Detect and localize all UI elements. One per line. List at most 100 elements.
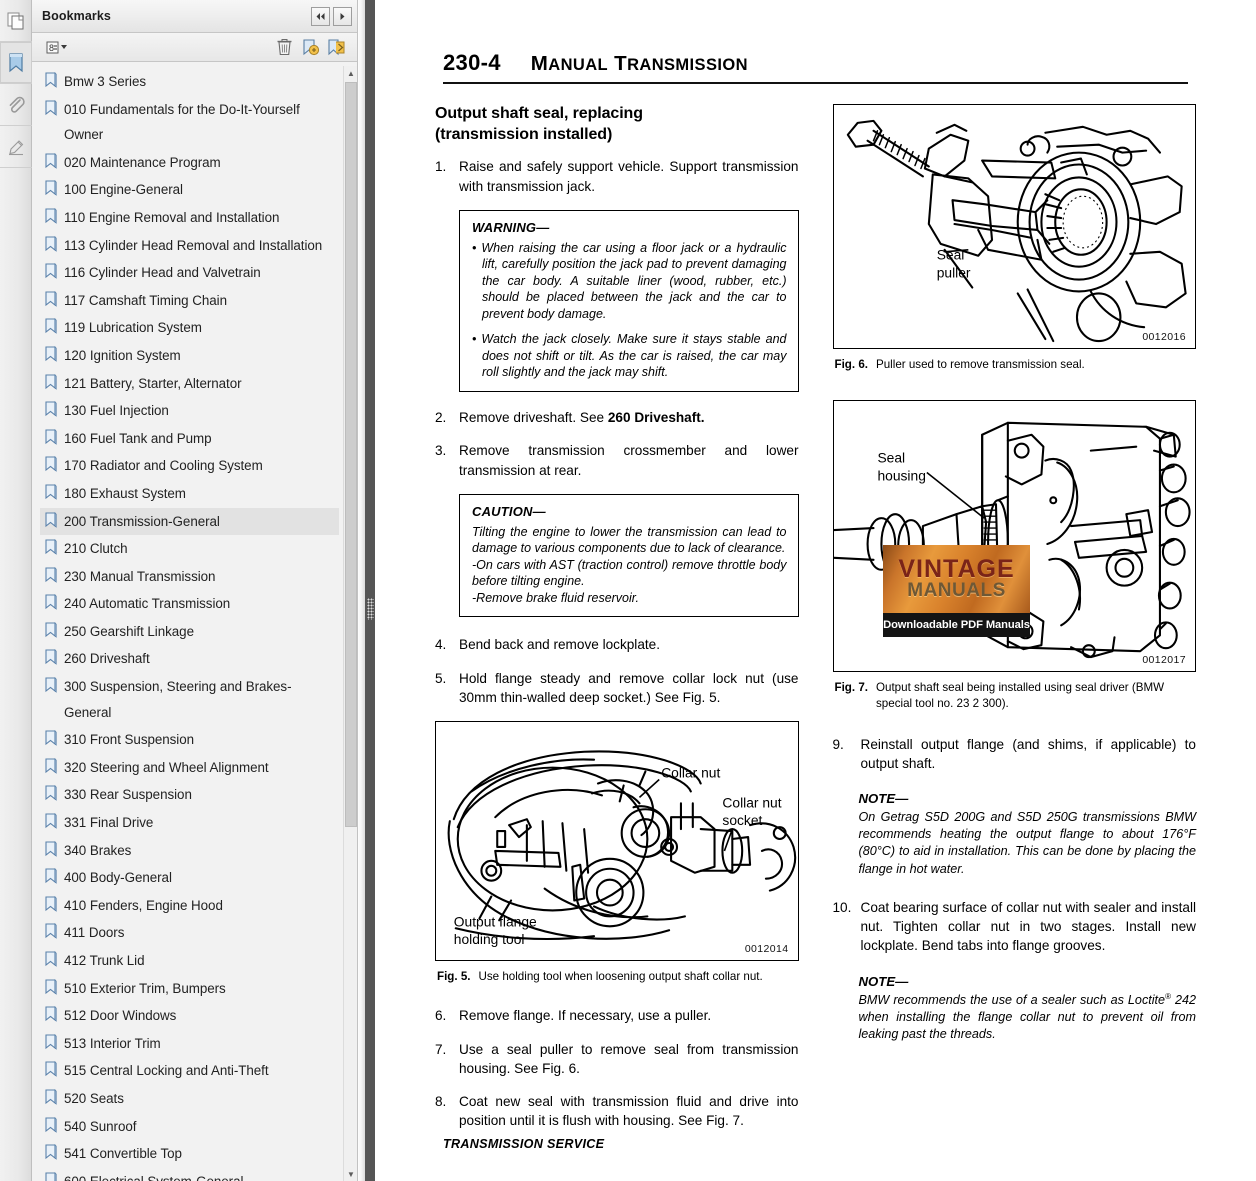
note-1-text: On Getrag S5D 200G and S5D 250G transmis… (858, 810, 1197, 876)
step-3-text: Remove transmission crossmember and lowe… (459, 443, 799, 478)
bookmark-item[interactable]: 170 Radiator and Cooling System (40, 452, 339, 480)
bookmark-item[interactable]: 331 Final Drive (40, 809, 339, 837)
bookmark-label: 117 Camshaft Timing Chain (64, 292, 227, 308)
step-1-number: 1. (435, 159, 447, 175)
scroll-down-arrow-icon[interactable]: ▼ (344, 1167, 357, 1181)
step-5-text: Hold flange steady and remove collar loc… (459, 670, 799, 705)
bookmark-item[interactable]: 250 Gearshift Linkage (40, 618, 339, 646)
bookmark-icon (40, 727, 60, 749)
page-thumbnails-icon[interactable] (0, 0, 32, 42)
bookmark-item[interactable]: 600 Electrical System-General (40, 1168, 339, 1181)
scrollbar-thumb[interactable] (345, 82, 357, 827)
figure-6-image: Seal puller 0012016 (832, 104, 1196, 350)
bookmark-item[interactable]: 310 Front Suspension (40, 726, 339, 754)
note-2-text: BMW recommends the use of a sealer such … (859, 992, 1197, 1044)
caution-para-1: Tilting the engine to lower the transmis… (472, 524, 787, 556)
left-column: Output shaft seal, replacing (transmissi… (435, 104, 799, 1144)
delete-bookmark-icon[interactable] (271, 36, 297, 59)
bookmarks-panel-header: Bookmarks (32, 0, 357, 33)
bookmark-label: 520 Seats (64, 1090, 124, 1106)
bookmark-item[interactable]: 260 Driveshaft (40, 645, 339, 673)
document-viewport[interactable]: 230-4 MANUAL TRANSMISSION Output shaft s… (375, 0, 1256, 1181)
bookmark-label: 020 Maintenance Program (64, 154, 221, 170)
bookmark-label: 210 Clutch (64, 541, 128, 557)
bookmark-item[interactable]: 411 Doors (40, 919, 339, 947)
bookmarks-icon[interactable] (0, 42, 32, 84)
bookmark-item[interactable]: 410 Fenders, Engine Hood (40, 892, 339, 920)
bookmark-icon (40, 755, 60, 777)
bookmark-item[interactable]: 130 Fuel Injection (40, 397, 339, 425)
step-10-number: 10. (832, 899, 852, 915)
expand-panel-button[interactable] (333, 6, 352, 26)
section-heading-line2: (transmission installed) (435, 125, 613, 143)
bookmark-icon (40, 1141, 60, 1163)
step-10: 10. Coat bearing surface of collar nut w… (833, 898, 1197, 956)
bookmark-item[interactable]: 120 Ignition System (40, 342, 339, 370)
procedure-steps-2: 2. Remove driveshaft. See 260 Driveshaft… (435, 408, 799, 480)
right-column: Seal puller 0012016 Fig. 6. Puller used … (832, 104, 1197, 1144)
header-rule (443, 82, 1188, 85)
bookmark-item[interactable]: 300 Suspension, Steering and Brakes-Gene… (40, 673, 339, 726)
bookmark-item[interactable]: 117 Camshaft Timing Chain (40, 287, 339, 315)
bookmark-item[interactable]: 119 Lubrication System (40, 314, 339, 342)
bookmark-item[interactable]: 110 Engine Removal and Installation (40, 204, 339, 232)
attachments-icon[interactable] (0, 84, 32, 126)
fig6-callout-seal-2: puller (936, 265, 970, 281)
bookmark-item[interactable]: 400 Body-General (40, 864, 339, 892)
bookmarks-tree-container: Bmw 3 Series 010 Fundamentals for the Do-… (32, 62, 357, 1181)
warning-box: WARNING— • When raising the car using a … (459, 209, 799, 392)
caution-box: CAUTION— Tilting the engine to lower the… (459, 493, 799, 618)
new-bookmark-icon[interactable] (297, 36, 323, 59)
figure-5-label: Fig. 5. (437, 970, 471, 984)
bookmark-item[interactable]: 513 Interior Trim (40, 1030, 339, 1058)
bookmark-label: 230 Manual Transmission (64, 568, 216, 584)
bookmark-item[interactable]: 541 Convertible Top (40, 1140, 339, 1168)
bookmark-item[interactable]: 230 Manual Transmission (40, 563, 339, 591)
caution-para-3: -Remove brake fluid reservoir. (472, 590, 639, 605)
bookmark-item[interactable]: 520 Seats (40, 1085, 339, 1113)
bookmark-item[interactable]: 116 Cylinder Head and Valvetrain (40, 259, 339, 287)
bookmark-item[interactable]: 020 Maintenance Program (40, 149, 339, 177)
bookmark-item[interactable]: 320 Steering and Wheel Alignment (40, 754, 339, 782)
bookmarks-tree[interactable]: Bmw 3 Series 010 Fundamentals for the Do-… (40, 66, 343, 1181)
fig6-callout-seal-1: Seal (936, 247, 964, 263)
bookmark-item[interactable]: 510 Exterior Trim, Bumpers (40, 975, 339, 1003)
bookmark-item[interactable]: Bmw 3 Series (40, 68, 339, 96)
bookmark-item[interactable]: 240 Automatic Transmission (40, 590, 339, 618)
options-menu-button[interactable]: 8 (42, 36, 76, 59)
running-head-rest2: RANSMISSION (627, 56, 748, 74)
bookmark-item[interactable]: 340 Brakes (40, 837, 339, 865)
splitter-grip[interactable] (366, 598, 374, 620)
bookmark-item[interactable]: 160 Fuel Tank and Pump (40, 425, 339, 453)
bookmark-item[interactable]: 100 Engine-General (40, 176, 339, 204)
scroll-up-arrow-icon[interactable]: ▲ (344, 66, 357, 80)
bookmark-item[interactable]: 512 Door Windows (40, 1002, 339, 1030)
bookmark-label: 320 Steering and Wheel Alignment (64, 759, 269, 775)
panel-splitter[interactable] (358, 0, 375, 1181)
signatures-icon[interactable] (0, 126, 32, 168)
bookmarks-scrollbar[interactable]: ▲ ▼ (343, 66, 357, 1181)
fig5-callout-holding-tool-2: holding tool (454, 931, 525, 947)
bookmark-item[interactable]: 121 Battery, Starter, Alternator (40, 370, 339, 398)
bookmark-item[interactable]: 210 Clutch (40, 535, 339, 563)
step-1-text: Raise and safely support vehicle. Suppor… (459, 159, 799, 194)
bookmark-item[interactable]: 010 Fundamentals for the Do-It-Yourself … (40, 96, 339, 149)
fig7-callout-seal-housing-2: housing (877, 468, 925, 484)
warning-title: WARNING— (472, 219, 550, 235)
bookmark-label: 110 Engine Removal and Installation (64, 209, 280, 225)
bookmark-item[interactable]: 200 Transmission-General (40, 507, 339, 536)
bookmark-item[interactable]: 113 Cylinder Head Removal and Installati… (40, 232, 339, 260)
bookmark-item[interactable]: 330 Rear Suspension (40, 781, 339, 809)
section-heading: Output shaft seal, replacing (transmissi… (435, 104, 799, 145)
bookmark-item[interactable]: 412 Trunk Lid (40, 947, 339, 975)
collapse-panel-button[interactable] (311, 6, 330, 26)
bookmark-label: 200 Transmission-General (64, 513, 220, 529)
bookmark-item[interactable]: 180 Exhaust System (40, 480, 339, 508)
splitter-bar[interactable] (365, 0, 375, 1181)
expand-bookmark-icon[interactable] (323, 36, 349, 59)
page-running-header: 230-4 MANUAL TRANSMISSION (435, 50, 1196, 76)
step-8: 8. Coat new seal with transmission fluid… (435, 1092, 799, 1131)
bookmark-item[interactable]: 515 Central Locking and Anti-Theft (40, 1057, 339, 1085)
bookmark-item[interactable]: 540 Sunroof (40, 1113, 339, 1141)
bookmark-icon (40, 1114, 60, 1136)
